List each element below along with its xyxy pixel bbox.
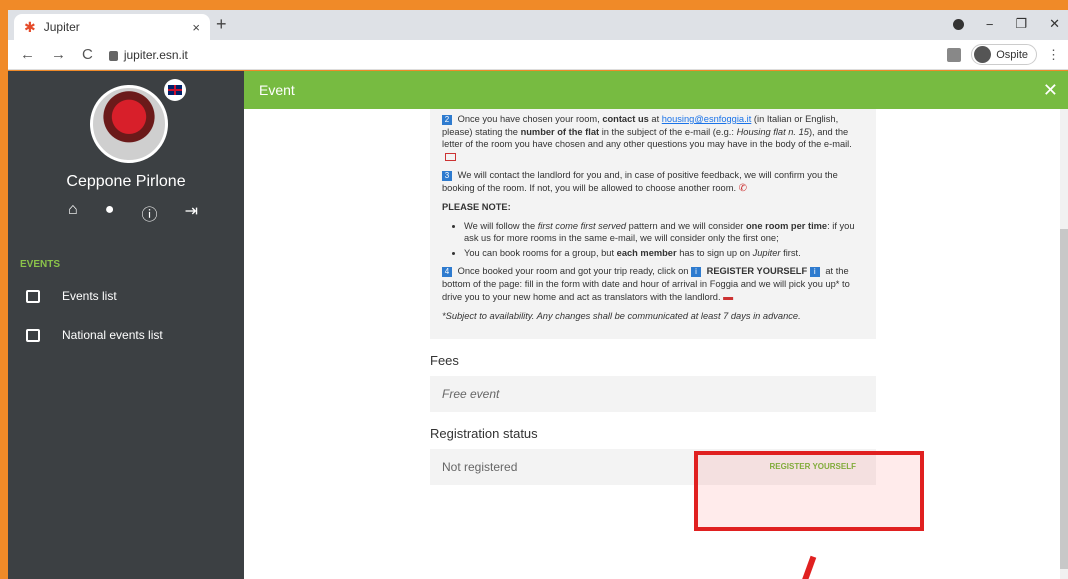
profile-label: Ospite [996, 48, 1028, 61]
close-icon[interactable]: ✕ [1043, 80, 1058, 101]
phone-icon: ✆ [738, 182, 748, 194]
step-4: 4 Once booked your room and got your tri… [442, 266, 850, 303]
address-bar-actions: Ospite ⋮ [947, 44, 1068, 65]
envelope-icon [445, 153, 456, 162]
page-title: Event [259, 82, 295, 98]
registration-status: Not registered [442, 459, 518, 474]
sidebar-item-events-list[interactable]: Events list [26, 289, 117, 303]
browser-tab-bar: ✱ Jupiter × + − ❐ ✕ [8, 10, 1068, 40]
sidebar-item-label: National events list [62, 328, 163, 342]
email-link[interactable]: housing@esnfoggia.it [662, 114, 752, 124]
step-2: 2 Once you have chosen your room, contac… [442, 113, 864, 163]
event-description: 2 Once you have chosen your room, contac… [430, 109, 876, 339]
new-tab-button[interactable]: + [216, 14, 227, 35]
record-icon[interactable] [952, 18, 964, 30]
logout-icon[interactable]: ⇥ [185, 201, 198, 225]
info-icon[interactable]: ⓘ [142, 201, 158, 225]
fees-box: Free event [430, 375, 876, 412]
tab-close-icon[interactable]: × [192, 20, 200, 35]
forward-button[interactable]: → [51, 46, 66, 63]
sidebar-item-label: Events list [62, 289, 117, 303]
footnote: *Subject to availability. Any changes sh… [442, 311, 801, 322]
url-text: jupiter.esn.it [123, 47, 188, 62]
car-icon: ▬ [723, 291, 734, 303]
annotation-highlight-box [694, 451, 924, 531]
fees-value: Free event [442, 386, 500, 401]
uk-flag-icon[interactable] [164, 79, 186, 101]
address-bar: ← → C jupiter.esn.it Ospite ⋮ [8, 40, 1068, 70]
note-title: PLEASE NOTE: [442, 202, 511, 213]
window-close-button[interactable]: ✕ [1049, 16, 1060, 32]
registration-heading: Registration status [430, 425, 538, 441]
profile-button[interactable]: Ospite [971, 44, 1037, 65]
url-field[interactable]: jupiter.esn.it [108, 47, 188, 62]
maximize-button[interactable]: ❐ [1015, 16, 1027, 32]
calendar-icon [26, 289, 40, 303]
event-header: Event ✕ [244, 71, 1068, 109]
gallery-icon [26, 328, 40, 342]
back-button[interactable]: ← [20, 46, 35, 63]
list-item: We will follow the first come first serv… [464, 220, 864, 245]
profile-avatar-icon [974, 46, 992, 63]
events-section-title: EVENTS [20, 259, 61, 270]
reload-button[interactable]: C [82, 46, 93, 63]
minimize-button[interactable]: − [986, 17, 994, 32]
sidebar: Ceppone Pirlone ⌂ ● ⓘ ⇥ EVENTS Events li… [8, 71, 244, 579]
sidebar-icon-row: ⌂ ● ⓘ ⇥ [68, 201, 198, 225]
note-list: We will follow the first come first serv… [442, 220, 864, 260]
step-3: 3 We will contact the landlord for you a… [442, 170, 838, 194]
sidebar-item-national-events[interactable]: National events list [26, 328, 163, 342]
list-item: You can book rooms for a group, but each… [464, 247, 864, 260]
scrollbar[interactable] [1060, 109, 1068, 579]
home-icon[interactable]: ⌂ [68, 201, 78, 225]
tab-title: Jupiter [43, 20, 80, 34]
user-name: Ceppone Pirlone [66, 173, 186, 190]
event-content: 2 Once you have chosen your room, contac… [430, 109, 876, 485]
browser-tab[interactable]: ✱ Jupiter × [14, 14, 210, 40]
lock-icon [108, 50, 118, 61]
browser-menu-icon[interactable]: ⋮ [1047, 47, 1060, 63]
translate-icon[interactable] [947, 47, 962, 62]
user-avatar[interactable] [90, 85, 168, 163]
user-icon[interactable]: ● [105, 201, 115, 225]
jupiter-favicon-icon: ✱ [24, 18, 36, 35]
fees-heading: Fees [430, 352, 459, 368]
window-controls: − ❐ ✕ [952, 16, 1060, 32]
